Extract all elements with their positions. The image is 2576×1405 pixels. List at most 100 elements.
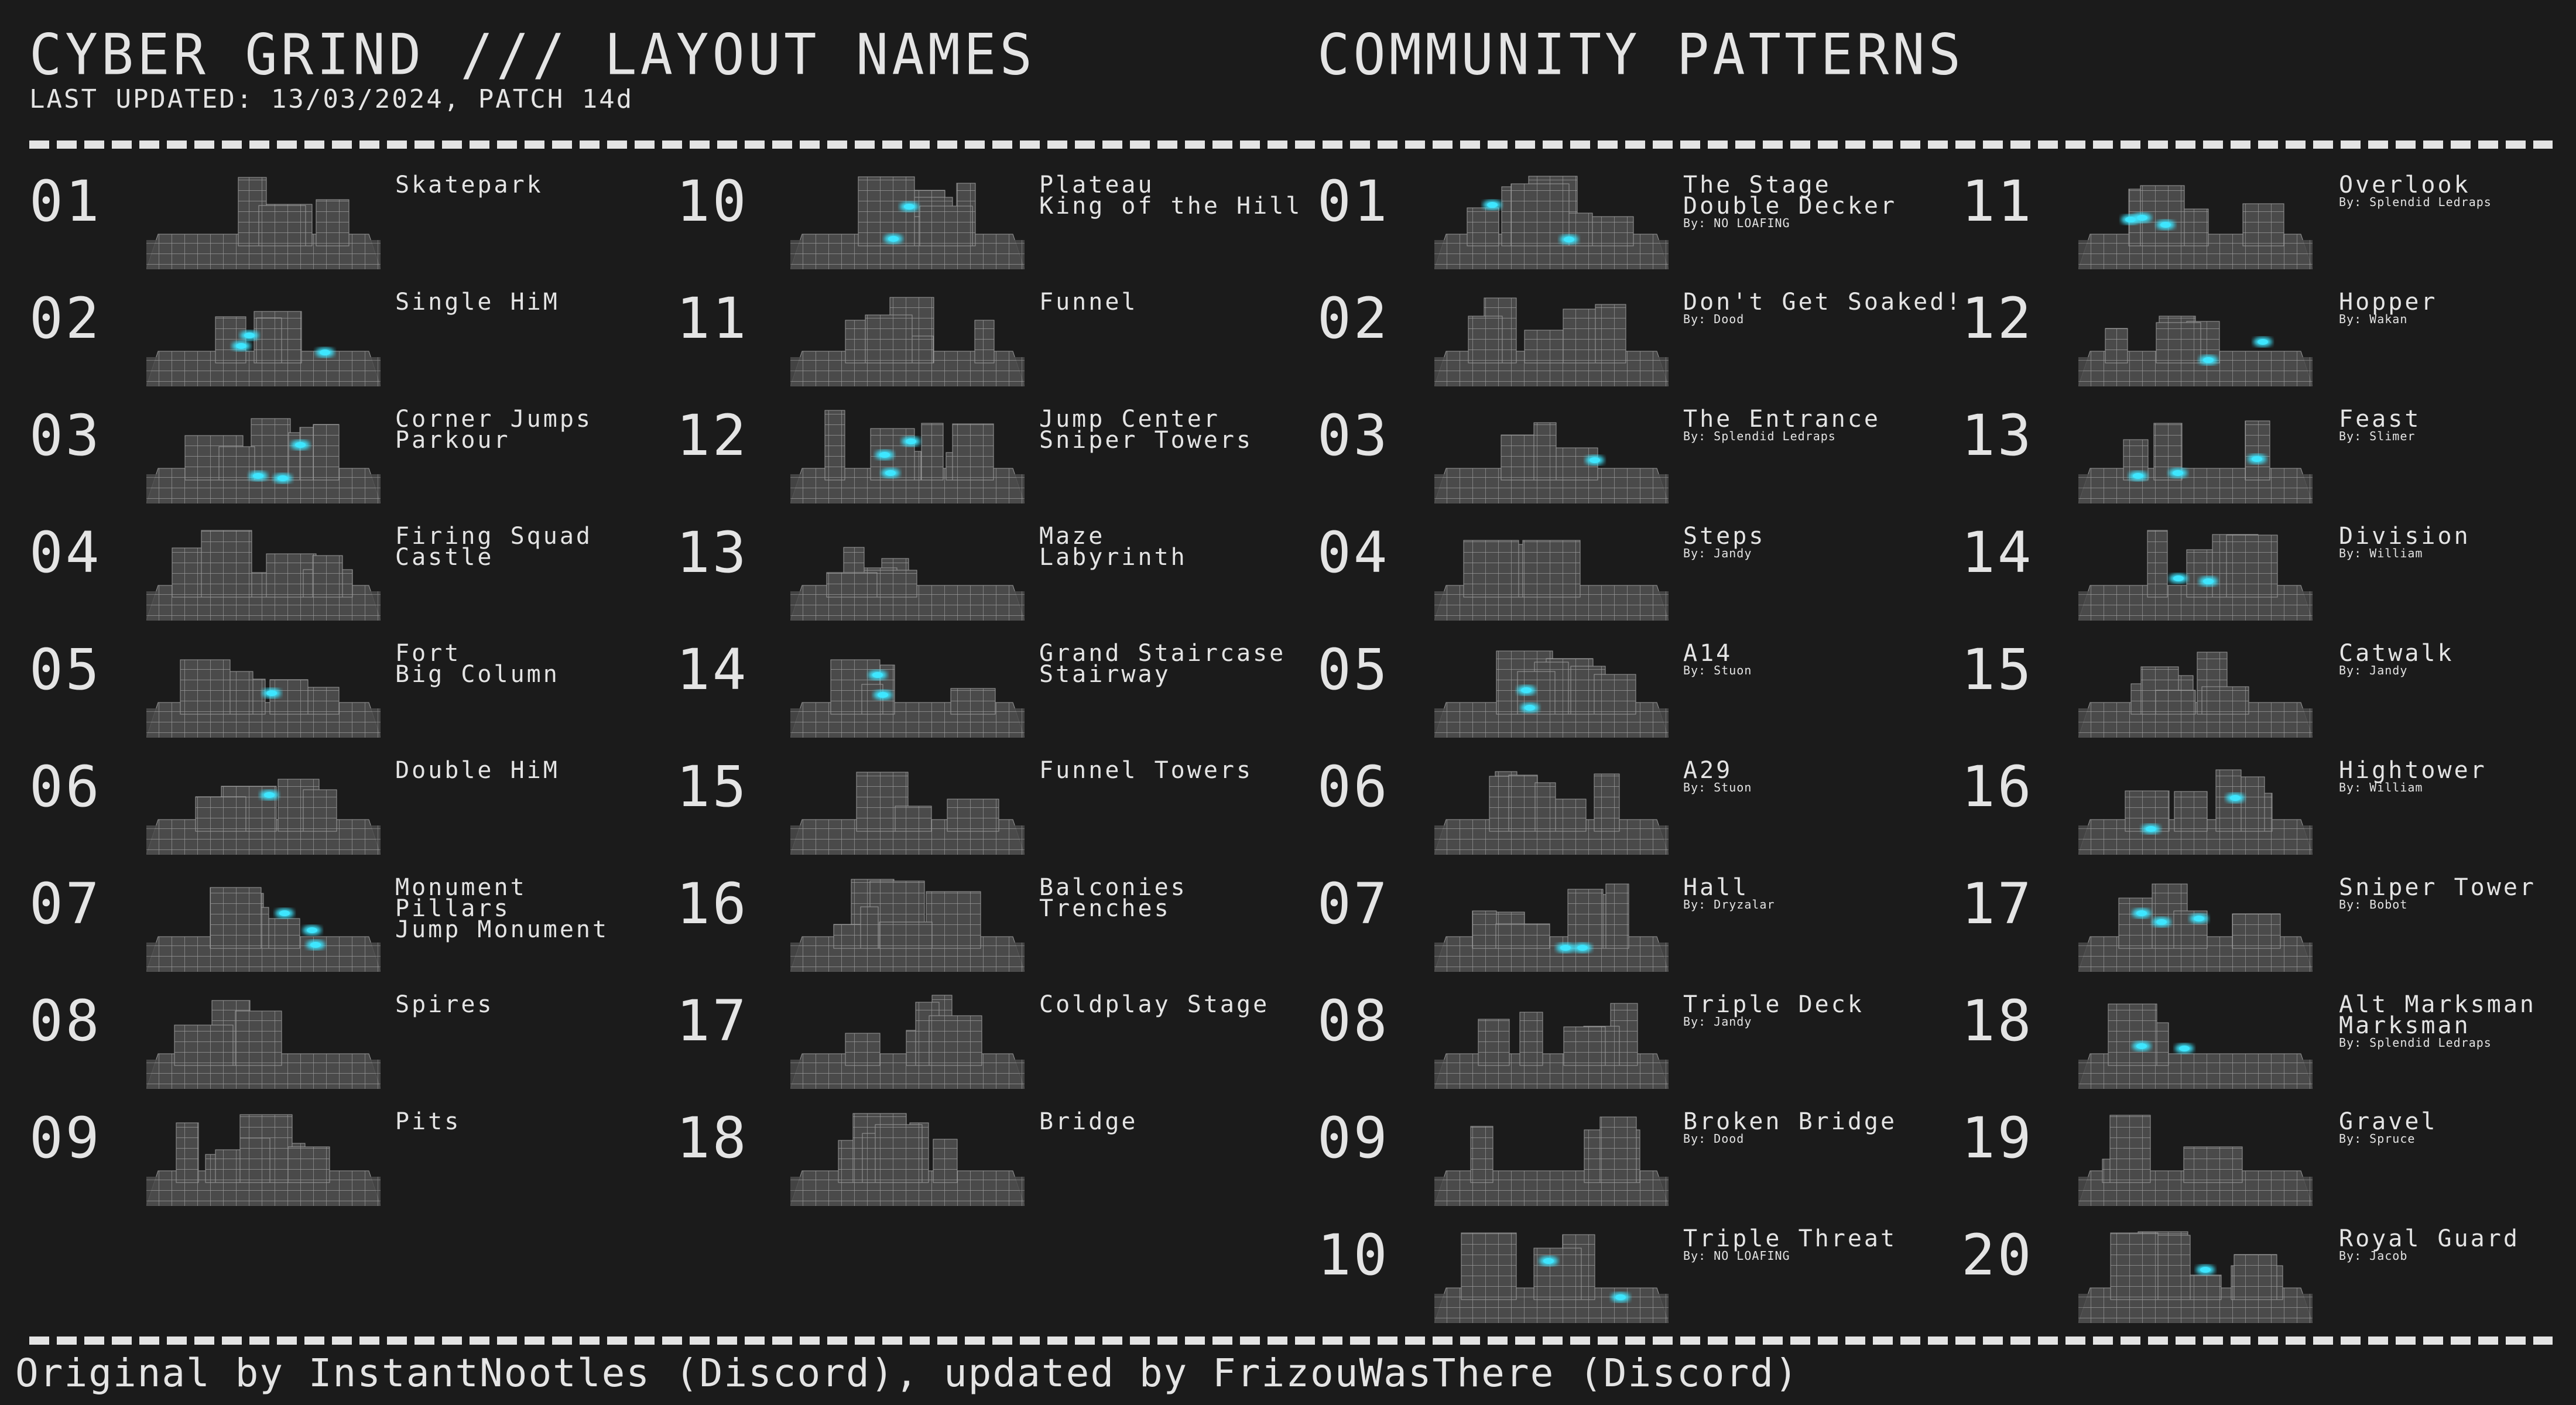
layout-thumbnail	[790, 1106, 1025, 1206]
layout-thumbnail	[146, 287, 381, 386]
entry-name-line: Pits	[395, 1108, 461, 1135]
entry-name-line: Hightower	[2339, 757, 2487, 784]
entry-name-line: Hopper	[2339, 289, 2438, 316]
entry-name: Double HiM	[395, 757, 560, 784]
entry-name-line: Don't Get Soaked!	[1683, 289, 1963, 316]
entry-name-line: Spires	[395, 991, 494, 1018]
entry-number: 16	[1961, 754, 2034, 820]
entry-name-line: Triple Threat	[1683, 1225, 1897, 1252]
layout-thumbnail	[146, 872, 381, 972]
layout-thumbnail	[2078, 521, 2313, 621]
entry-name-line: Hall	[1683, 874, 1749, 901]
entry-name: Bridge	[1039, 1108, 1138, 1135]
layout-thumbnail	[1434, 755, 1669, 855]
entry-name-line: Stairway	[1039, 661, 1171, 688]
bottom-divider	[29, 1337, 2553, 1345]
entry-author: By: Dryzalar	[1683, 897, 1775, 911]
entry-name: Firing Squad Castle	[395, 525, 592, 569]
entry-name-line: Skatepark	[395, 172, 543, 198]
entry-number: 09	[29, 1105, 102, 1171]
layout-thumbnail	[146, 755, 381, 855]
entry-number: 07	[29, 871, 102, 937]
entry-name-line: Bridge	[1039, 1108, 1138, 1135]
entry-name-line: Coldplay Stage	[1039, 991, 1270, 1018]
entry-number: 15	[676, 754, 749, 820]
entry-name: A14 By: Stuon	[1683, 642, 1752, 677]
entry-number: 20	[1961, 1222, 2034, 1288]
layout-thumbnail	[146, 170, 381, 269]
entry-number: 02	[1317, 286, 1390, 351]
layout-thumbnail	[790, 404, 1025, 503]
entry-name-line: King of the Hill	[1039, 193, 1303, 220]
entry-number: 17	[1961, 871, 2034, 937]
entry-name: Alt Marksman Marksman By: Splendid Ledraps	[2339, 993, 2536, 1049]
entry-name-line: Sniper Tower	[2339, 874, 2536, 901]
entry-number: 05	[1317, 637, 1390, 702]
entry-name: Broken Bridge By: Dood	[1683, 1108, 1897, 1145]
entry-name: Funnel Towers	[1039, 757, 1253, 784]
entry-name-line: Overlook	[2339, 172, 2471, 198]
entry-name: Triple Threat By: NO LOAFING	[1683, 1225, 1897, 1262]
entry-name-line: Gravel	[2339, 1108, 2438, 1135]
entry-number: 05	[29, 637, 102, 702]
entry-name: Fort Big Column	[395, 642, 560, 686]
layout-thumbnail	[1434, 521, 1669, 621]
entry-number: 09	[1317, 1105, 1390, 1171]
entry-number: 03	[29, 403, 102, 468]
entry-number: 17	[676, 988, 749, 1054]
entry-name: Corner Jumps Parkour	[395, 407, 592, 452]
entry-number: 18	[1961, 988, 2034, 1054]
layout-thumbnail	[2078, 1106, 2313, 1206]
entry-name-line: Marksman	[2339, 1012, 2471, 1039]
entry-name-line: Single HiM	[395, 289, 560, 316]
entry-number: 11	[676, 286, 749, 351]
entry-name: Catwalk By: Jandy	[2339, 642, 2454, 677]
entry-name: Maze Labyrinth	[1039, 525, 1187, 569]
layout-thumbnail	[1434, 404, 1669, 503]
entry-name-line: Triple Deck	[1683, 991, 1864, 1018]
entry-number: 08	[29, 988, 102, 1054]
entry-number: 08	[1317, 988, 1390, 1054]
entry-author: By: Splendid Ledraps	[2339, 195, 2492, 209]
entry-name: Hall By: Dryzalar	[1683, 874, 1775, 911]
layout-thumbnail	[2078, 170, 2313, 269]
entry-name: A29 By: Stuon	[1683, 759, 1752, 794]
entry-number: 11	[1961, 169, 2034, 234]
entry-name-line: Funnel Towers	[1039, 757, 1253, 784]
entry-number: 10	[676, 169, 749, 234]
entry-number: 16	[676, 871, 749, 937]
entry-number: 10	[1317, 1222, 1390, 1288]
layout-thumbnail	[790, 755, 1025, 855]
entry-number: 15	[1961, 637, 2034, 702]
entry-number: 01	[1317, 169, 1390, 234]
entry-number: 12	[676, 403, 749, 468]
entry-name: Steps By: Jandy	[1683, 525, 1765, 560]
entry-number: 02	[29, 286, 102, 351]
entry-name-line: Trenches	[1039, 895, 1171, 922]
layout-thumbnail	[2078, 755, 2313, 855]
entry-name: Gravel By: Spruce	[2339, 1108, 2438, 1145]
entry-number: 19	[1961, 1105, 2034, 1171]
entry-name-line: Broken Bridge	[1683, 1108, 1897, 1135]
layout-thumbnail	[1434, 1106, 1669, 1206]
entry-name: Plateau King of the Hill	[1039, 173, 1303, 220]
layout-thumbnail	[1434, 872, 1669, 972]
entry-number: 18	[676, 1105, 749, 1171]
entry-name: Skatepark	[395, 172, 543, 198]
entry-name: Hightower By: William	[2339, 757, 2487, 794]
layout-thumbnail	[146, 638, 381, 738]
entry-number: 13	[676, 520, 749, 585]
entry-name: Balconies Trenches	[1039, 876, 1187, 922]
layout-thumbnail	[1434, 1224, 1669, 1323]
entry-author: By: Stuon	[1683, 780, 1752, 794]
layout-thumbnail	[790, 521, 1025, 621]
entry-name: Jump Center Sniper Towers	[1039, 407, 1253, 452]
entry-name-line: Funnel	[1039, 289, 1138, 316]
entry-name: Division By: William	[2339, 525, 2471, 560]
entry-name: Single HiM	[395, 289, 560, 316]
entry-name-line: Double HiM	[395, 757, 560, 784]
entry-number: 03	[1317, 403, 1390, 468]
layout-thumbnail	[2078, 287, 2313, 386]
entry-name: Spires	[395, 991, 494, 1018]
page-title: CYBER GRIND /// LAYOUT NAMES	[29, 22, 1036, 88]
